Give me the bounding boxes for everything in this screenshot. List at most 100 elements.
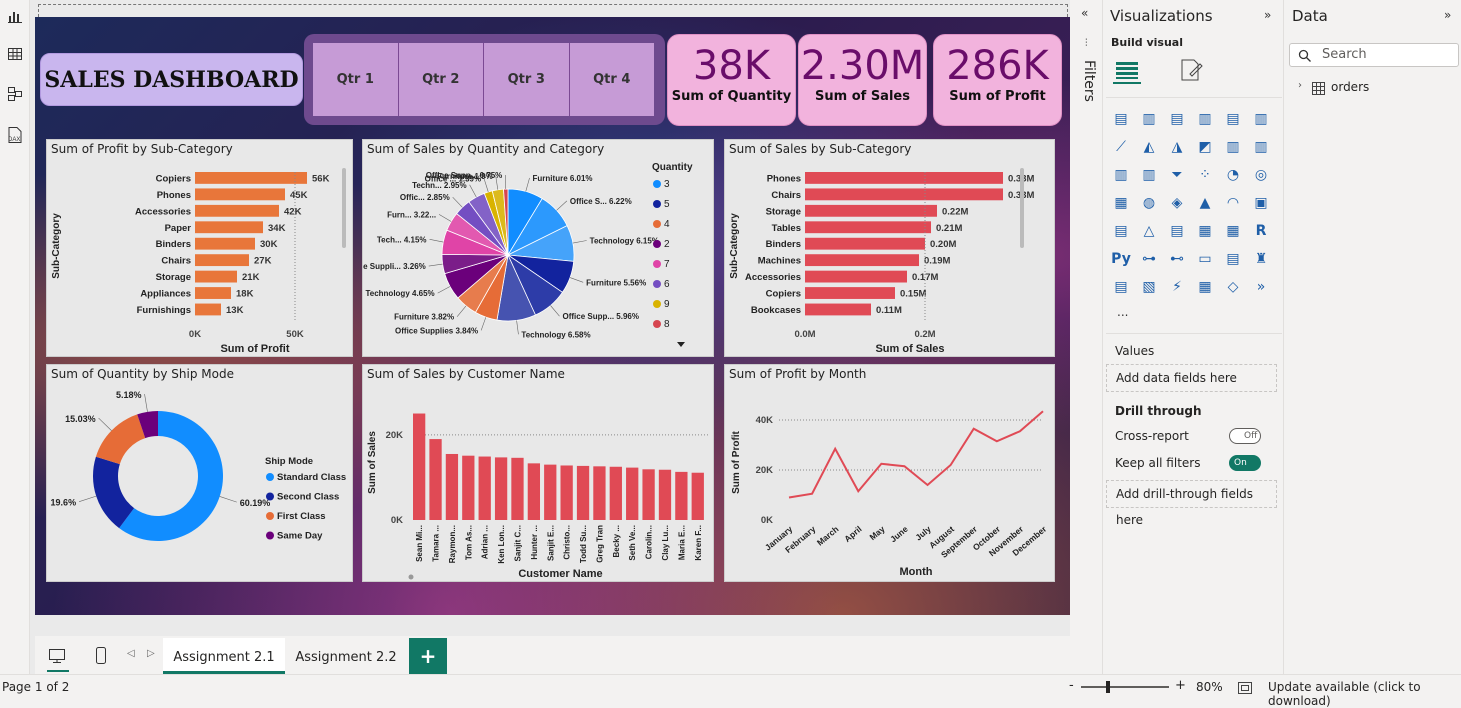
smart-narrative-icon[interactable]: ▤ [1222,248,1244,270]
stacked-column-icon[interactable]: ▥ [1138,108,1160,130]
report-view-icon[interactable] [5,8,25,28]
table-view-icon[interactable] [5,46,25,66]
collapse-viz-chevron-icon[interactable]: « [1081,6,1088,20]
map-icon[interactable]: ◍ [1138,192,1160,214]
expand-table-chevron-icon[interactable]: › [1298,80,1302,91]
tab-assignment-2-2[interactable]: Assignment 2.2 [287,638,405,674]
paginated-icon[interactable]: ▤ [1110,276,1132,298]
line-stacked-column-icon[interactable]: ▥ [1110,164,1132,186]
expand-viz-chevron-icon[interactable]: » [1264,8,1271,22]
more-visuals-button[interactable]: ... [1117,305,1128,319]
qa-icon[interactable]: ▭ [1194,248,1216,270]
diamond-icon[interactable]: ◇ [1222,276,1244,298]
x-tick-label: Sanjit C... [513,525,522,561]
zoom-slider-thumb[interactable] [1106,681,1110,693]
zoom-out-button[interactable]: - [1069,678,1074,693]
line-column-icon[interactable]: ▥ [1250,136,1272,158]
quantity-by-ship-mode-card[interactable]: Sum of Quantity by Ship Mode 60.19%19.6%… [46,364,353,582]
sales-by-quantity-category-card[interactable]: Sum of Sales by Quantity and Category Fu… [362,139,714,357]
cross-report-toggle[interactable]: Off [1229,428,1261,444]
format-visual-tab-icon[interactable] [1178,56,1206,84]
line-chart-icon[interactable]: ⟋ [1110,136,1132,158]
filter-funnel-icon: ⫶ [1085,38,1088,49]
ribbon-icon[interactable]: ◩ [1194,136,1216,158]
key-influencers-icon[interactable]: ⊶ [1138,248,1160,270]
arcgis-icon[interactable]: ▦ [1194,276,1216,298]
visualizations-pane [1102,0,1283,674]
goals-icon[interactable]: ♜ [1250,248,1272,270]
100-column-icon[interactable]: ▥ [1250,108,1272,130]
decomposition-tree-icon[interactable]: ⊷ [1166,248,1188,270]
profit-by-month-card[interactable]: Sum of Profit by Month Sum of Profit0K20… [724,364,1055,582]
update-available-link[interactable]: Update available (click to download) [1268,680,1461,708]
area-chart-icon[interactable]: ◭ [1138,136,1160,158]
azure-map-icon[interactable]: ▲ [1194,192,1216,214]
bar [610,467,622,520]
leader-line [481,317,486,330]
x-axis-label: Sum of Profit [220,343,289,355]
scatter-icon[interactable]: ⁘ [1194,164,1216,186]
pie-icon[interactable]: ◔ [1222,164,1244,186]
keep-all-filters-toggle[interactable]: On [1229,455,1261,471]
scroll-left-icon[interactable]: ◁ [127,648,135,659]
scroll-right-icon[interactable]: ▷ [147,648,155,659]
qtr-4-button[interactable]: Qtr 4 [570,43,655,116]
kpi-card-quantity[interactable]: 38K Sum of Quantity [667,34,796,126]
gauge-icon[interactable]: ◠ [1222,192,1244,214]
stacked-bar-icon[interactable]: ▤ [1110,108,1132,130]
add-page-button[interactable]: + [409,638,447,674]
kpi-card-profit[interactable]: 286K Sum of Profit [933,34,1062,126]
bar [195,221,263,233]
expand-data-chevron-icon[interactable]: » [1444,8,1451,22]
matrix-icon[interactable]: ▦ [1222,220,1244,242]
y-tick-label: 0K [391,515,403,526]
100-bar-icon[interactable]: ▤ [1222,108,1244,130]
multi-row-card-icon[interactable]: ▤ [1110,220,1132,242]
slicer-icon[interactable]: ▤ [1166,220,1188,242]
clustered-column-icon[interactable]: ▥ [1194,108,1216,130]
donut-icon[interactable]: ◎ [1250,164,1272,186]
filters-label[interactable]: Filters [1075,60,1097,110]
x-tick-label: Raymon... [448,525,457,563]
filters-rail[interactable]: « ⫶ Filters [1071,0,1102,674]
treemap-icon[interactable]: ▦ [1110,192,1132,214]
table-icon[interactable]: ▦ [1194,220,1216,242]
model-view-icon[interactable] [5,86,25,106]
dax-query-view-icon[interactable]: DAX [5,126,25,146]
power-apps-icon[interactable]: ▧ [1138,276,1160,298]
python-icon[interactable]: Py [1110,248,1132,270]
profit-by-subcategory-card[interactable]: Sum of Profit by Sub-Category Sub-Catego… [46,139,353,357]
mobile-layout-icon[interactable] [93,646,109,666]
fit-to-page-icon[interactable] [1238,680,1252,699]
filled-map-icon[interactable]: ◈ [1166,192,1188,214]
ribbon-chart-icon[interactable]: ▥ [1138,164,1160,186]
funnel-icon[interactable]: ⏷ [1166,164,1188,186]
sales-by-customer-card[interactable]: Sum of Sales by Customer Name Sum of Sal… [362,364,714,582]
kpi-card-sales[interactable]: 2.30M Sum of Sales [798,34,927,126]
kpi-icon[interactable]: △ [1138,220,1160,242]
tab-assignment-2-1[interactable]: Assignment 2.1 [163,638,285,674]
card-icon[interactable]: ▣ [1250,192,1272,214]
zoom-slider[interactable] [1081,686,1169,688]
qtr-1-button[interactable]: Qtr 1 [313,43,399,116]
waterfall-icon[interactable]: ▥ [1222,136,1244,158]
zoom-in-button[interactable]: + [1175,678,1186,693]
qtr-2-button[interactable]: Qtr 2 [399,43,485,116]
values-well[interactable]: Add data fields here [1106,364,1277,392]
table-orders[interactable]: orders [1331,80,1369,94]
power-automate-icon[interactable]: ⚡ [1166,276,1188,298]
clustered-bar-icon[interactable]: ▤ [1166,108,1188,130]
qtr-3-button[interactable]: Qtr 3 [484,43,570,116]
drill-through-well[interactable]: Add drill-through fields here [1106,480,1277,508]
stacked-area-icon[interactable]: ◮ [1166,136,1188,158]
chevrons-icon[interactable]: » [1250,276,1272,298]
y-tick-label: Binders [156,239,191,250]
build-visual-tab-icon[interactable] [1113,56,1141,84]
x-tick-label: Todd Su... [579,525,588,563]
data-search-box[interactable]: Search [1289,43,1459,67]
desktop-layout-icon[interactable] [47,646,67,666]
r-visual-icon[interactable]: R [1250,220,1272,242]
status-bar: Page 1 of 2 - + 80% Update available (cl… [0,674,1461,698]
leader-line [457,306,466,317]
sales-by-subcategory-card[interactable]: Sum of Sales by Sub-Category Sub-Categor… [724,139,1055,357]
